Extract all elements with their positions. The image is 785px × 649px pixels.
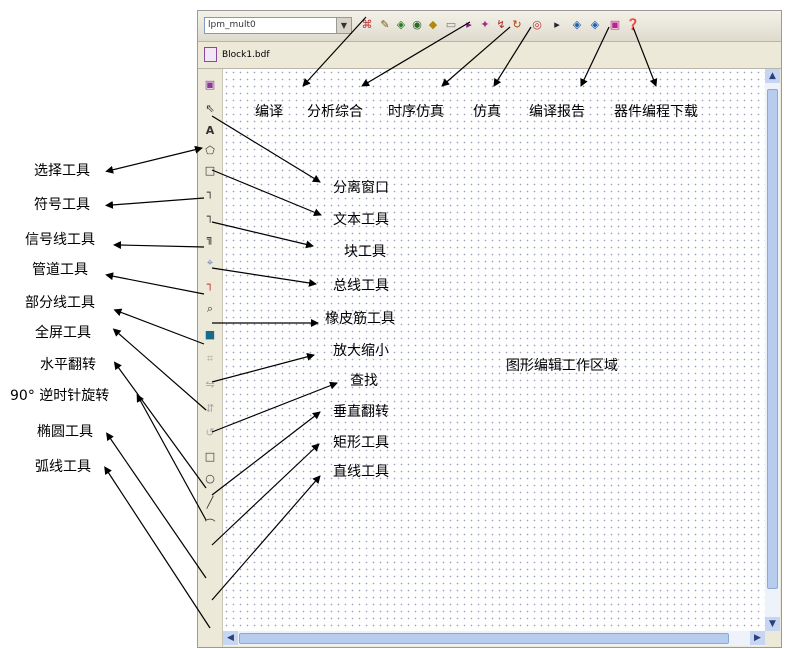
left-label-signal-line-tool: 信号线工具	[25, 232, 95, 248]
mid-label-zoom: 放大缩小	[333, 343, 389, 359]
mid-label-bus-tool: 总线工具	[333, 278, 389, 294]
mid-label-rubberbanding-tool: 橡皮筋工具	[325, 311, 395, 327]
mid-label-flip-vertical: 垂直翻转	[333, 404, 389, 420]
left-label-arc-tool: 弧线工具	[35, 459, 91, 475]
left-label-flip-horizontal: 水平翻转	[40, 357, 96, 373]
mid-label-find: 查找	[350, 373, 378, 389]
top-label-device-programming: 器件编程下载	[614, 104, 698, 120]
left-label-rotate-90: 90° 逆时针旋转	[10, 388, 110, 404]
top-label-compile-report: 编译报告	[529, 104, 585, 120]
top-label-analysis-synthesis: 分析综合	[307, 104, 363, 120]
mid-label-rectangle-tool: 矩形工具	[333, 435, 389, 451]
top-label-simulation: 仿真	[473, 104, 501, 120]
left-label-symbol-tool: 符号工具	[34, 197, 90, 213]
mid-label-detach-window: 分离窗口	[333, 180, 389, 196]
top-label-compile: 编译	[255, 104, 283, 120]
mid-label-block-tool: 块工具	[344, 244, 386, 260]
left-label-oval-tool: 椭圆工具	[37, 424, 93, 440]
left-label-full-screen-tool: 全屏工具	[35, 325, 91, 341]
mid-label-text-tool: 文本工具	[333, 212, 389, 228]
mid-label-line-tool: 直线工具	[333, 464, 389, 480]
top-label-timing-simulation: 时序仿真	[388, 104, 444, 120]
canvas-area-label: 图形编辑工作区域	[506, 358, 618, 374]
left-label-conduit-tool: 管道工具	[32, 262, 88, 278]
left-label-partial-line-tool: 部分线工具	[25, 295, 95, 311]
left-label-select-tool: 选择工具	[34, 163, 90, 179]
